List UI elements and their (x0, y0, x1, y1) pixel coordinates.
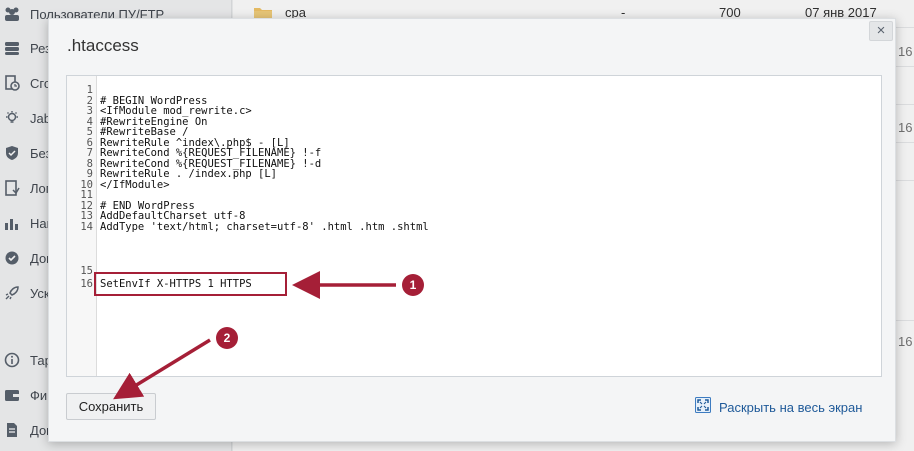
code-line: #RewriteEngine On (100, 115, 208, 128)
line-number: 15 (80, 265, 93, 277)
code-line: # END WordPress (100, 199, 195, 212)
line-number: 2 (86, 94, 93, 107)
line-number: 6 (86, 136, 93, 149)
dialog-title: .htaccess (67, 36, 139, 55)
code-line: AddType 'text/html; charset=utf-8' .html… (100, 220, 429, 233)
line-number: 12 (80, 199, 93, 212)
line-number: 10 (80, 178, 93, 191)
annotation-badge-2: 2 (216, 327, 238, 349)
expand-icon (695, 396, 711, 418)
line-number: 11 (80, 189, 93, 201)
code-line: RewriteRule . /index.php [L] (100, 168, 278, 180)
line-number: 5 (86, 126, 93, 138)
line-number: 13 (80, 210, 93, 222)
save-button[interactable]: Сохранить (66, 393, 156, 420)
code-line: <IfModule mod_rewrite.c> (100, 105, 252, 117)
close-button[interactable]: × (869, 21, 893, 41)
code-line: RewriteCond %{REQUEST_FILENAME} !-f (100, 147, 322, 159)
line-number: 8 (86, 157, 93, 170)
code-line: RewriteRule ^index\.php$ - [L] (100, 136, 290, 149)
line-number: 1 (86, 84, 93, 96)
highlight-box (94, 272, 287, 296)
code-line: </IfModule> (100, 178, 170, 191)
code-line: RewriteCond %{REQUEST_FILENAME} !-d (100, 157, 322, 170)
line-number-gutter: 1 2 3 4 5 6 7 8 9 10 11 12 13 14 15 16 (67, 76, 97, 376)
line-number: 14 (80, 220, 93, 233)
line-number: 3 (86, 105, 93, 117)
code-line: # BEGIN WordPress (100, 94, 208, 107)
line-number: 16 (80, 278, 93, 290)
line-number: 4 (86, 115, 93, 128)
annotation-badge-1: 1 (402, 274, 424, 296)
close-icon: × (876, 22, 886, 39)
line-number: 9 (86, 168, 93, 180)
code-line: AddDefaultCharset utf-8 (100, 210, 246, 222)
fullscreen-label: Раскрыть на весь экран (719, 399, 863, 415)
htaccess-editor-dialog: .htaccess × 1 2 3 4 5 6 7 8 9 10 11 12 1… (48, 18, 896, 442)
fullscreen-link[interactable]: Раскрыть на весь экран (695, 396, 863, 418)
code-line: #RewriteBase / (100, 126, 189, 138)
code-editor[interactable]: 1 2 3 4 5 6 7 8 9 10 11 12 13 14 15 16 #… (66, 75, 882, 377)
line-number: 7 (86, 147, 93, 159)
